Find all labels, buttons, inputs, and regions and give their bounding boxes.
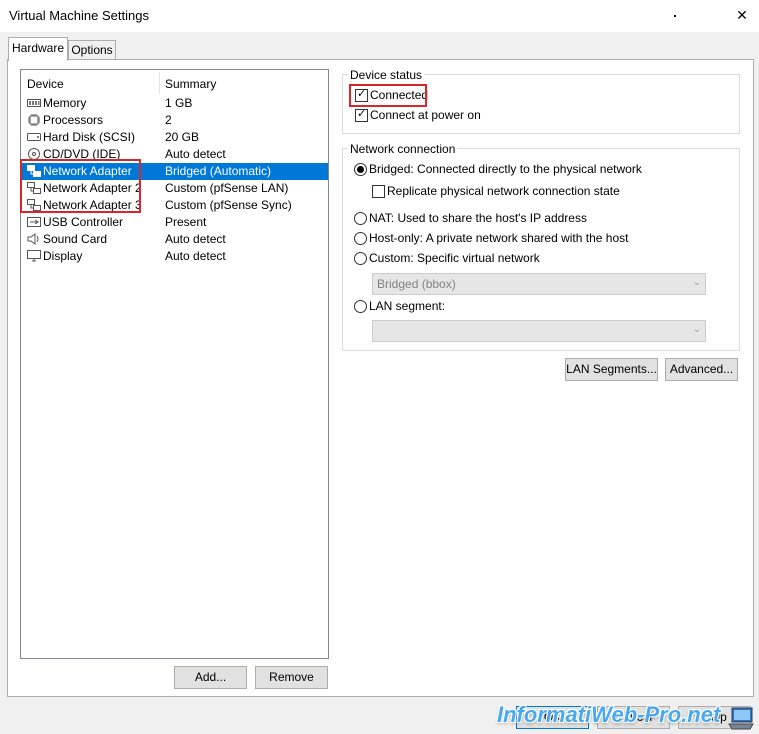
custom-network-value: Bridged (bbox) bbox=[377, 277, 456, 291]
network-connection-title: Network connection bbox=[348, 142, 458, 156]
device-summary: 1 GB bbox=[165, 96, 193, 110]
close-button[interactable]: ✕ bbox=[734, 7, 750, 23]
processor-icon bbox=[28, 114, 40, 126]
column-device-header[interactable]: Device bbox=[27, 77, 64, 91]
device-status-title: Device status bbox=[348, 68, 425, 82]
device-status-group bbox=[342, 74, 740, 134]
custom-label[interactable]: Custom: Specific virtual network bbox=[369, 251, 540, 265]
device-row-network-adapter-3[interactable]: Network Adapter 3 Custom (pfSense Sync) bbox=[21, 197, 328, 214]
nat-label[interactable]: NAT: Used to share the host's IP address bbox=[369, 211, 587, 225]
device-row-display[interactable]: Display Auto detect bbox=[21, 248, 328, 265]
device-name: Processors bbox=[43, 113, 104, 127]
tab-options[interactable]: Options bbox=[68, 40, 116, 60]
device-summary: 20 GB bbox=[165, 130, 200, 144]
network-adapter-icon bbox=[27, 182, 41, 194]
device-row-cd-dvd[interactable]: CD/DVD (IDE) Auto detect bbox=[21, 146, 328, 163]
bridged-radio[interactable] bbox=[354, 163, 367, 176]
device-row-sound-card[interactable]: Sound Card Auto detect bbox=[21, 231, 328, 248]
usb-icon bbox=[27, 217, 41, 227]
cd-dvd-icon bbox=[28, 148, 40, 160]
device-list[interactable]: Device Summary Memory 1 GB Processors 2 … bbox=[20, 69, 329, 659]
column-summary-header[interactable]: Summary bbox=[165, 77, 216, 91]
bridged-label[interactable]: Bridged: Connected directly to the physi… bbox=[369, 162, 642, 176]
connected-label[interactable]: Connected bbox=[370, 88, 428, 102]
chevron-down-icon: ⌄ bbox=[692, 324, 701, 335]
checkmark-icon: ✓ bbox=[357, 108, 367, 120]
device-name: Hard Disk (SCSI) bbox=[43, 130, 136, 144]
tab-hardware[interactable]: Hardware bbox=[8, 37, 68, 61]
lan-segment-select[interactable]: ⌄ bbox=[372, 320, 706, 342]
device-row-hard-disk[interactable]: Hard Disk (SCSI) 20 GB bbox=[21, 129, 328, 146]
device-summary: Auto detect bbox=[165, 249, 226, 263]
network-adapter-icon bbox=[27, 199, 41, 211]
device-name: Network Adapter 2 bbox=[43, 181, 142, 195]
lan-segments-button[interactable]: LAN Segments... bbox=[565, 358, 658, 381]
device-name: CD/DVD (IDE) bbox=[43, 147, 121, 161]
device-row-processors[interactable]: Processors 2 bbox=[21, 112, 328, 129]
device-name: Memory bbox=[43, 96, 87, 110]
remove-button[interactable]: Remove bbox=[255, 666, 328, 689]
device-row-usb-controller[interactable]: USB Controller Present bbox=[21, 214, 328, 231]
laptop-logo-icon bbox=[728, 707, 754, 730]
device-summary: Custom (pfSense Sync) bbox=[165, 198, 292, 212]
lan-segment-radio[interactable] bbox=[354, 300, 367, 313]
device-summary: 2 bbox=[165, 113, 172, 127]
lan-segment-label[interactable]: LAN segment: bbox=[369, 299, 445, 313]
display-icon bbox=[27, 250, 41, 262]
device-summary: Auto detect bbox=[165, 147, 226, 161]
device-row-network-adapter-2[interactable]: Network Adapter 2 Custom (pfSense LAN) bbox=[21, 180, 328, 197]
device-name: Sound Card bbox=[43, 232, 108, 246]
device-name: Display bbox=[43, 249, 83, 263]
checkmark-icon: ✓ bbox=[357, 88, 367, 100]
chevron-down-icon: ⌄ bbox=[692, 277, 701, 288]
speaker-icon bbox=[27, 233, 39, 245]
nat-radio[interactable] bbox=[354, 212, 367, 225]
device-summary: Present bbox=[165, 215, 207, 229]
device-summary: Auto detect bbox=[165, 232, 226, 246]
device-name: USB Controller bbox=[43, 215, 124, 229]
connected-checkbox[interactable]: ✓ bbox=[355, 88, 368, 102]
custom-network-select[interactable]: Bridged (bbox) ⌄ bbox=[372, 273, 706, 295]
column-separator[interactable] bbox=[159, 72, 160, 94]
device-summary: Custom (pfSense LAN) bbox=[165, 181, 289, 195]
connect-at-power-on-label[interactable]: Connect at power on bbox=[370, 108, 481, 122]
minimize-button[interactable] bbox=[667, 6, 683, 22]
replicate-checkbox[interactable] bbox=[372, 185, 385, 198]
custom-radio[interactable] bbox=[354, 252, 367, 265]
advanced-button[interactable]: Advanced... bbox=[665, 358, 738, 381]
watermark-text: InformatiWeb-Pro.net bbox=[497, 702, 721, 727]
replicate-label[interactable]: Replicate physical network connection st… bbox=[387, 184, 620, 198]
memory-icon bbox=[27, 99, 41, 107]
device-summary: Bridged (Automatic) bbox=[165, 164, 272, 178]
connect-at-power-on-checkbox[interactable]: ✓ bbox=[355, 108, 368, 122]
window-title: Virtual Machine Settings bbox=[9, 8, 149, 23]
device-row-memory[interactable]: Memory 1 GB bbox=[21, 95, 328, 112]
device-name: Network Adapter bbox=[43, 164, 132, 178]
hard-disk-icon bbox=[27, 133, 41, 141]
host-only-radio[interactable] bbox=[354, 232, 367, 245]
device-name: Network Adapter 3 bbox=[43, 198, 142, 212]
host-only-label[interactable]: Host-only: A private network shared with… bbox=[369, 231, 628, 245]
radio-selected-dot bbox=[357, 166, 364, 173]
network-adapter-icon bbox=[27, 165, 41, 177]
device-row-network-adapter[interactable]: Network Adapter Bridged (Automatic) bbox=[21, 163, 328, 180]
add-button[interactable]: Add... bbox=[174, 666, 247, 689]
title-bar: Virtual Machine Settings ✕ bbox=[0, 0, 759, 32]
